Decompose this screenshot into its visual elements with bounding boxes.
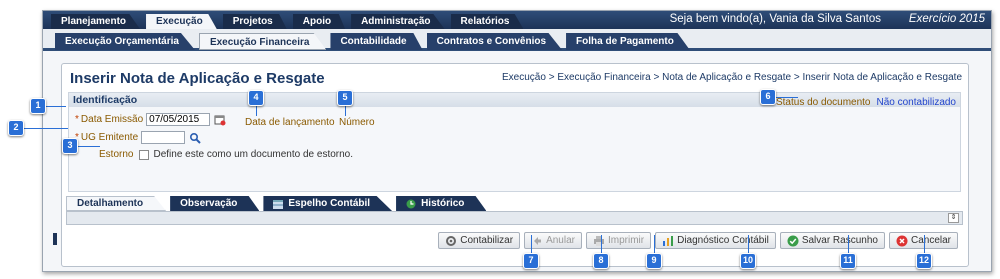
check-icon (787, 235, 799, 247)
data-emissao-label: Data Emissão (80, 114, 144, 125)
status-value: Não contabilizado (876, 97, 957, 108)
contabilizar-label: Contabilizar (460, 235, 514, 246)
cancel-icon (896, 235, 908, 247)
estorno-label: Estorno (99, 149, 134, 160)
sub-nav: Execução Orçamentária Execução Financeir… (55, 33, 694, 50)
tab-espelho-contabil-label: Espelho Contábil (288, 198, 371, 209)
diagnostic-icon (662, 235, 674, 247)
top-bar: Planejamento Execução Projetos Apoio Adm… (43, 11, 991, 29)
calendar-icon[interactable] (214, 114, 226, 126)
detail-tabs: Detalhamento Observação Espelho Contábil… (66, 196, 490, 211)
tab-observacao[interactable]: Observação (170, 196, 260, 211)
numero-row: Número (339, 117, 375, 128)
data-lancamento-label: Data de lançamento (245, 117, 335, 128)
tab-execucao[interactable]: Execução (146, 14, 217, 29)
callout-1: 1 (30, 98, 46, 114)
contabilizar-button[interactable]: Contabilizar (438, 232, 521, 249)
sub-bar: Execução Orçamentária Execução Financeir… (43, 29, 991, 51)
gears-icon (445, 235, 457, 247)
cancelar-label: Cancelar (910, 235, 951, 246)
side-handle[interactable] (53, 233, 57, 245)
leader-line (601, 235, 602, 253)
leader-line (345, 106, 346, 116)
callout-12: 12 (916, 253, 932, 269)
callout-2: 2 (8, 120, 24, 136)
callout-5: 5 (337, 90, 353, 106)
status-row: Status do documento Não contabilizado (776, 97, 956, 108)
leader-line (748, 235, 749, 253)
required-mark: * (75, 114, 79, 125)
callout-3: 3 (62, 138, 78, 154)
anular-button[interactable]: Anular (524, 232, 582, 249)
ug-emitente-row: * UG Emitente (75, 131, 201, 144)
ug-emitente-input[interactable] (141, 131, 186, 144)
action-buttons: Contabilizar Anular Imprimir Diagnóstico… (434, 232, 958, 249)
ug-emitente-label: UG Emitente (80, 132, 139, 143)
tab-detalhamento-label: Detalhamento (77, 198, 144, 209)
printer-icon (593, 235, 605, 247)
tab-apoio[interactable]: Apoio (292, 14, 346, 29)
tab-relatorios[interactable]: Relatórios (450, 14, 524, 29)
leader-line (46, 106, 66, 107)
history-icon (406, 199, 416, 209)
estorno-row: Estorno Define este como um documento de… (99, 149, 353, 160)
callout-8: 8 (593, 253, 609, 269)
identificacao-section: Identificação * Data Emissão Data de lan… (68, 92, 961, 192)
callout-4: 4 (248, 90, 264, 106)
tab-projetos[interactable]: Projetos (222, 14, 287, 29)
salvar-rascunho-button[interactable]: Salvar Rascunho (779, 232, 885, 249)
detail-area: ⇕ (66, 211, 963, 225)
status-label: Status do documento (775, 97, 871, 108)
tab-administracao[interactable]: Administração (351, 14, 445, 29)
exercise-year[interactable]: Exercício 2015 (909, 13, 985, 25)
subtab-execucao-financeira[interactable]: Execução Financeira (198, 33, 327, 50)
undo-icon (531, 235, 543, 247)
expand-icon[interactable]: ⇕ (948, 213, 959, 223)
callout-10: 10 (740, 253, 756, 269)
subtab-contabilidade[interactable]: Contabilidade (330, 33, 423, 50)
leader-line (848, 235, 849, 253)
data-lancamento-row: Data de lançamento (245, 117, 335, 128)
leader-line (256, 106, 257, 116)
tab-espelho-contabil[interactable]: Espelho Contábil (263, 196, 393, 211)
tab-detalhamento[interactable]: Detalhamento (66, 196, 167, 211)
estorno-checkbox[interactable] (139, 149, 150, 160)
leader-line (776, 97, 798, 98)
search-icon[interactable] (189, 132, 201, 144)
diagnostico-label: Diagnóstico Contábil (677, 235, 769, 246)
app-window: Planejamento Execução Projetos Apoio Adm… (42, 10, 992, 272)
data-emissao-row: * Data Emissão (75, 113, 226, 126)
numero-label: Número (339, 117, 375, 128)
table-icon (273, 199, 284, 209)
imprimir-button[interactable]: Imprimir (585, 232, 652, 249)
content-panel: Inserir Nota de Aplicação e Resgate Exec… (61, 63, 969, 267)
callout-11: 11 (840, 253, 856, 269)
data-emissao-input[interactable] (146, 113, 211, 126)
callout-7: 7 (523, 253, 539, 269)
leader-line (531, 235, 532, 253)
subtab-folha-pagamento[interactable]: Folha de Pagamento (566, 33, 690, 50)
tab-historico-label: Histórico (421, 198, 465, 209)
main-nav: Planejamento Execução Projetos Apoio Adm… (51, 14, 529, 29)
subtab-execucao-orcamentaria[interactable]: Execução Orçamentária (55, 33, 195, 50)
subtab-contratos-convenios[interactable]: Contratos e Convênios (426, 33, 563, 50)
salvar-rascunho-label: Salvar Rascunho (801, 235, 878, 246)
leader-line (78, 146, 100, 147)
leader-line (654, 235, 655, 253)
callout-6: 6 (760, 89, 776, 105)
estorno-checkbox-label: Define este como um documento de estorno… (153, 149, 354, 160)
leader-line (24, 128, 68, 129)
diagnostico-button[interactable]: Diagnóstico Contábil (655, 232, 776, 249)
anular-label: Anular (546, 235, 575, 246)
leader-line (924, 235, 925, 253)
tab-historico[interactable]: Histórico (396, 196, 487, 211)
callout-9: 9 (646, 253, 662, 269)
welcome-text: Seja bem vindo(a), Vania da Silva Santos (669, 13, 881, 25)
imprimir-label: Imprimir (607, 235, 645, 246)
tab-planejamento[interactable]: Planejamento (51, 14, 141, 29)
breadcrumb[interactable]: Execução > Execução Financeira > Nota de… (502, 72, 962, 83)
tab-observacao-label: Observação (180, 198, 238, 209)
page-title: Inserir Nota de Aplicação e Resgate (70, 70, 325, 87)
